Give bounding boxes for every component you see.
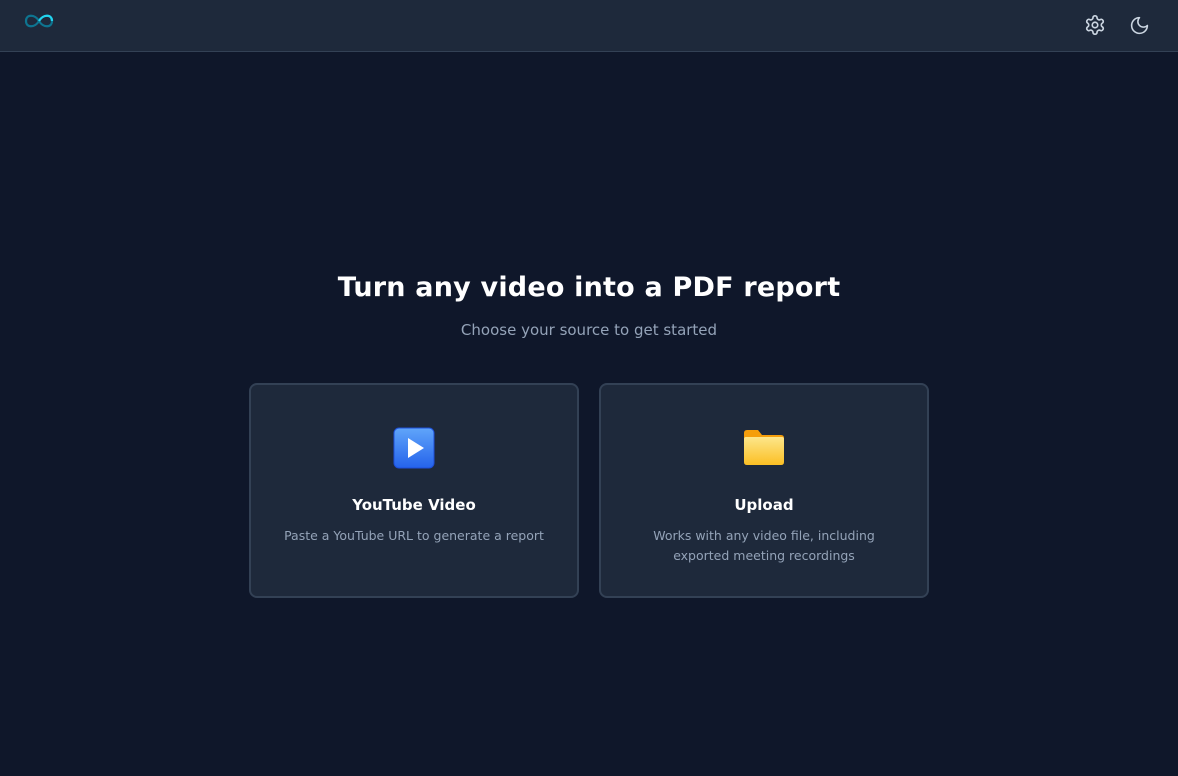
folder-icon bbox=[601, 427, 927, 471]
youtube-card-description: Paste a YouTube URL to generate a report bbox=[284, 528, 544, 543]
page-subtitle: Choose your source to get started bbox=[460, 321, 718, 339]
youtube-source-card[interactable]: YouTube Video Paste a YouTube URL to gen… bbox=[249, 383, 579, 598]
upload-card-title: Upload bbox=[734, 496, 794, 514]
top-header bbox=[0, 0, 1178, 52]
settings-button[interactable] bbox=[1083, 13, 1107, 37]
play-button-icon bbox=[251, 427, 577, 471]
youtube-card-title: YouTube Video bbox=[352, 496, 476, 514]
page-title: Turn any video into a PDF report bbox=[337, 272, 841, 303]
gear-icon bbox=[1084, 14, 1106, 36]
upload-card-description: Works with any video file, including exp… bbox=[653, 528, 875, 563]
theme-toggle-button[interactable] bbox=[1127, 13, 1151, 37]
infinity-logo-icon[interactable] bbox=[22, 8, 56, 34]
upload-source-card[interactable]: Upload Works with any video file, includ… bbox=[599, 383, 929, 598]
moon-icon bbox=[1129, 15, 1150, 36]
